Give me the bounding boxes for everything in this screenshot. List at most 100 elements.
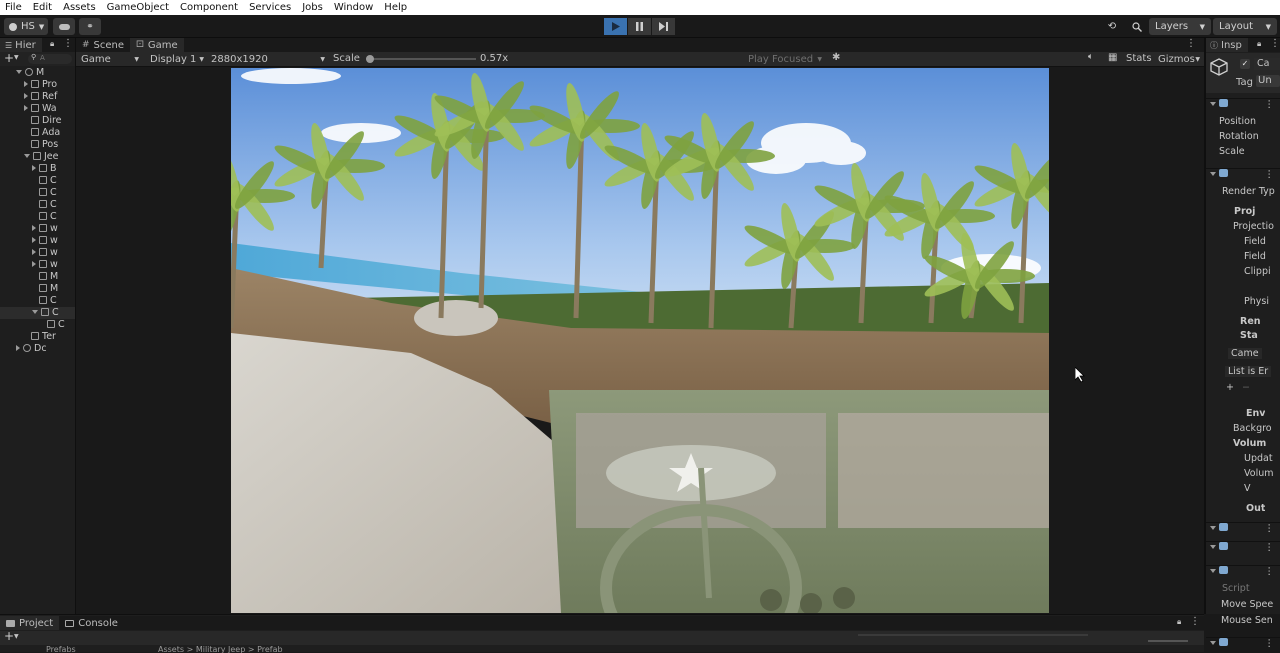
view-mode-dropdown[interactable]: Game ▼ [78,52,142,66]
environment-section[interactable]: Env [1246,408,1265,419]
menu-item-component[interactable]: Component [175,0,244,15]
expand-closed-icon[interactable] [16,345,20,351]
lock-icon[interactable]: 🔒︎ [1177,617,1181,627]
more-icon[interactable]: ⋮ [63,38,73,49]
add-icon[interactable]: + [1226,382,1234,393]
tab-scene[interactable]: # Scene [76,38,130,52]
hierarchy-item[interactable]: C [0,319,75,331]
menu-item-help[interactable]: Help [379,0,413,15]
hierarchy-item[interactable]: Dc [0,343,75,355]
expand-open-icon[interactable] [24,154,30,158]
hierarchy-item[interactable]: C [0,295,75,307]
expand-open-icon[interactable] [1210,102,1216,106]
more-icon[interactable]: ⋮ [1265,638,1275,649]
component-header[interactable]: ⋮ [1206,637,1280,651]
play-button[interactable] [604,18,627,35]
menu-item-window[interactable]: Window [329,0,379,15]
expand-closed-icon[interactable] [32,225,36,231]
hierarchy-item[interactable]: C [0,175,75,187]
lock-icon[interactable]: 🔒︎ [1257,39,1261,49]
expand-open-icon[interactable] [1210,526,1216,530]
hierarchy-item[interactable]: C [0,307,75,319]
rendering-section[interactable]: Ren [1240,316,1261,327]
more-icon[interactable]: ⋮ [1190,616,1200,627]
hierarchy-item[interactable]: Pos [0,139,75,151]
menu-item-services[interactable]: Services [244,0,297,15]
tab-game[interactable]: ⚀ Game [130,38,184,52]
more-icon[interactable]: ⋮ [1265,566,1275,577]
menu-item-gameobject[interactable]: GameObject [102,0,175,15]
hierarchy-item[interactable]: Pro [0,79,75,91]
gizmos-dropdown[interactable]: Gizmos ▼ [1156,52,1202,66]
project-search-input[interactable] [858,634,1088,636]
expand-closed-icon[interactable] [32,249,36,255]
more-icon[interactable]: ⋮ [1265,169,1275,180]
tab-inspector[interactable]: ⓘ Insp [1206,38,1248,52]
layout-dropdown[interactable]: Layout ▼ [1213,18,1277,35]
hierarchy-item[interactable]: w [0,247,75,259]
lock-icon[interactable]: 🔒︎ [50,39,54,49]
hierarchy-item[interactable]: M [0,271,75,283]
resolution-dropdown[interactable]: 2880x1920 ▼ [209,52,327,66]
hierarchy-item[interactable]: w [0,235,75,247]
chevron-down-icon[interactable]: ▼ [14,633,19,640]
hierarchy-item[interactable]: w [0,223,75,235]
layers-dropdown[interactable]: Layers ▼ [1149,18,1211,35]
hierarchy-item[interactable]: M [0,283,75,295]
expand-open-icon[interactable] [16,70,22,74]
listener-header[interactable]: ⋮ [1206,522,1280,536]
step-button[interactable] [652,18,675,35]
expand-closed-icon[interactable] [32,261,36,267]
camera-header[interactable]: ⋮ [1206,168,1280,182]
mute-audio-icon[interactable]: 🔈︎ [1088,52,1093,62]
collab-button[interactable]: ⚭ [79,18,101,35]
menu-item-jobs[interactable]: Jobs [297,0,329,15]
hierarchy-item[interactable]: C [0,187,75,199]
grid-icon[interactable]: ▦ [1108,52,1117,63]
hierarchy-item[interactable]: Jee [0,151,75,163]
history-button[interactable]: ⟲ [1101,18,1123,35]
expand-open-icon[interactable] [1210,641,1216,645]
active-checkbox[interactable]: ✓ [1240,59,1250,69]
expand-closed-icon[interactable] [32,237,36,243]
bug-icon[interactable]: ✱ [832,52,840,63]
icon-size-slider[interactable] [1148,640,1188,642]
game-view[interactable] [231,68,1049,613]
chevron-down-icon[interactable]: ▼ [14,54,19,61]
expand-open-icon[interactable] [1210,569,1216,573]
hierarchy-item[interactable]: B [0,163,75,175]
tab-project[interactable]: Project [0,616,60,630]
scale-slider-handle[interactable] [366,55,374,63]
output-section[interactable]: Out [1246,503,1265,514]
menu-item-file[interactable]: File [0,0,28,15]
expand-closed-icon[interactable] [24,105,28,111]
hierarchy-item[interactable]: M [0,67,75,79]
scale-slider[interactable] [366,55,476,63]
stats-button[interactable]: Stats [1126,53,1152,64]
expand-open-icon[interactable] [32,310,38,314]
hierarchy-item[interactable]: Ref [0,91,75,103]
component-header[interactable]: ⋮ [1206,541,1280,555]
menu-item-assets[interactable]: Assets [58,0,102,15]
hierarchy-item[interactable]: w [0,259,75,271]
remove-icon[interactable]: − [1242,382,1250,393]
hierarchy-item[interactable]: Ter [0,331,75,343]
expand-closed-icon[interactable] [24,93,28,99]
more-icon[interactable]: ⋮ [1265,99,1275,110]
menu-item-edit[interactable]: Edit [28,0,58,15]
object-name-input[interactable]: Ca [1254,58,1280,70]
hierarchy-item[interactable]: Ada [0,127,75,139]
hierarchy-item[interactable]: C [0,199,75,211]
tab-hierarchy[interactable]: ☰ Hier [0,38,42,52]
cloud-button[interactable] [53,18,75,35]
more-icon[interactable]: ⋮ [1265,523,1275,534]
add-icon[interactable]: + [4,51,14,65]
add-icon[interactable]: + [4,629,14,643]
hierarchy-item[interactable]: Dire [0,115,75,127]
expand-closed-icon[interactable] [32,165,36,171]
account-button[interactable]: HS ▼ [4,18,48,35]
expand-open-icon[interactable] [1210,172,1216,176]
hierarchy-item[interactable]: C [0,211,75,223]
pause-button[interactable] [628,18,651,35]
more-icon[interactable]: ⋮ [1270,38,1280,49]
